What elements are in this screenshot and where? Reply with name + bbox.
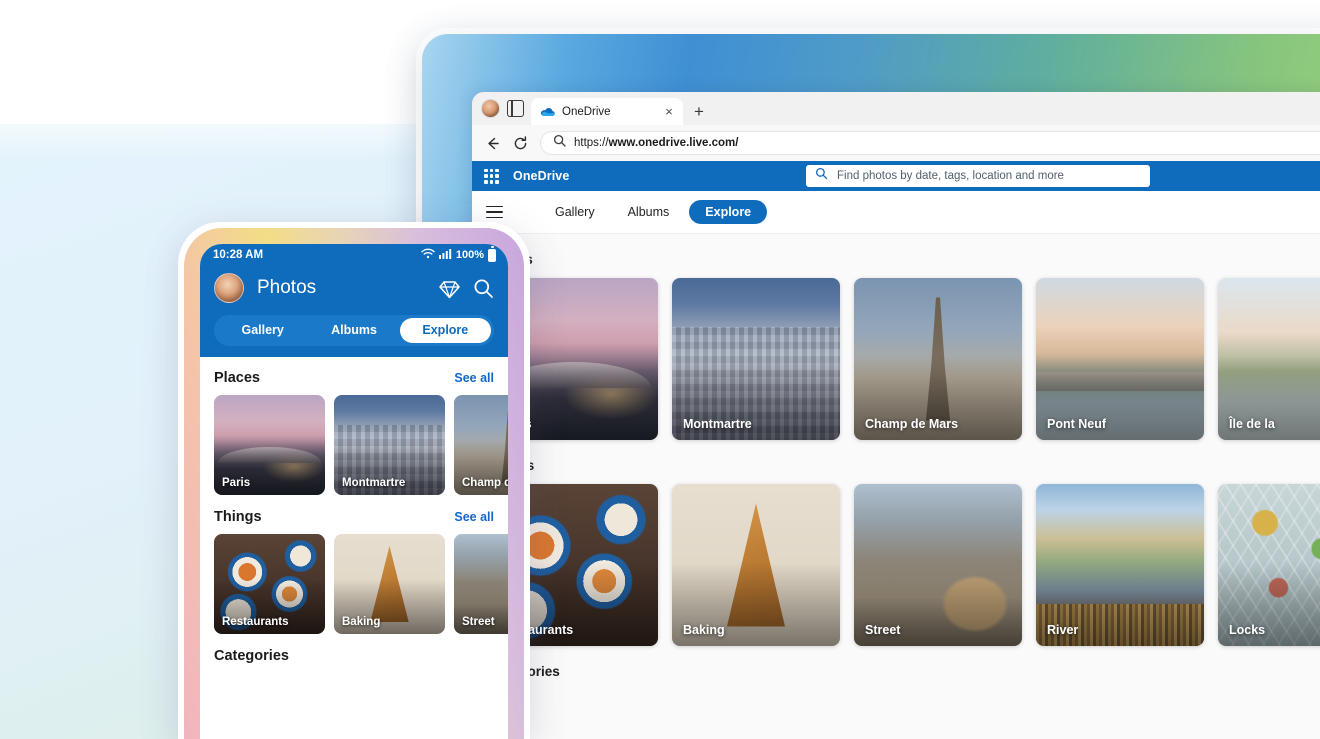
- search-icon[interactable]: [473, 278, 494, 299]
- tile-baking[interactable]: Baking: [672, 484, 840, 646]
- hamburger-menu-icon[interactable]: [486, 205, 503, 219]
- battery-percent-label: 100%: [455, 249, 484, 261]
- tile-label: Champ de: [462, 477, 508, 489]
- see-all-things-link[interactable]: See all: [454, 510, 494, 524]
- search-input[interactable]: Find photos by date, tags, location and …: [806, 165, 1150, 187]
- tile-row-things: Restaurants Baking Street: [200, 534, 508, 634]
- tile-paris[interactable]: Paris: [214, 395, 325, 495]
- tile-label: Locks: [1229, 623, 1266, 637]
- tile-label: River: [1047, 623, 1079, 637]
- browser-profile-avatar[interactable]: [481, 99, 500, 118]
- tile-row-places: Paris Montmartre Champ de Mars Pont Neuf…: [472, 278, 1320, 440]
- reload-icon[interactable]: [512, 135, 529, 152]
- tile-locks[interactable]: Locks: [1218, 484, 1320, 646]
- desktop-content: Places Paris Montmartre Champ de Mars Po…: [472, 234, 1320, 739]
- tile-montmartre[interactable]: Montmartre: [334, 395, 445, 495]
- tile-label: Pont Neuf: [1047, 417, 1107, 431]
- tab-explore[interactable]: Explore: [689, 200, 768, 224]
- tile-label: Street: [462, 616, 495, 628]
- tile-champ-de[interactable]: Champ de: [454, 395, 508, 495]
- phone-device-bezel: 10:28 AM 100% Photos Gallery Albums Expl…: [184, 228, 524, 739]
- browser-tab-title: OneDrive: [562, 105, 611, 118]
- phone-section-header-places: Places See all: [200, 370, 508, 386]
- phone-status-bar: 10:28 AM 100%: [200, 244, 508, 266]
- background-blur-fade: [0, 100, 460, 160]
- tile-row-places: Paris Montmartre Champ de: [200, 395, 508, 495]
- address-bar-url: https://www.onedrive.live.com/: [574, 137, 739, 149]
- search-icon: [553, 134, 566, 152]
- tile-river[interactable]: River: [1036, 484, 1204, 646]
- tile-label: Baking: [342, 616, 381, 628]
- phone-section-header-things: Things See all: [200, 509, 508, 525]
- new-tab-button[interactable]: +: [690, 103, 708, 120]
- tile-champ-de-mars[interactable]: Champ de Mars: [854, 278, 1022, 440]
- section-title-things: Things: [472, 458, 1320, 473]
- diamond-icon[interactable]: [439, 278, 460, 299]
- tile-street[interactable]: Street: [454, 534, 508, 634]
- tile-restaurants[interactable]: Restaurants: [214, 534, 325, 634]
- close-icon[interactable]: ×: [662, 105, 676, 118]
- tile-label: Montmartre: [683, 417, 752, 431]
- status-time: 10:28 AM: [213, 249, 264, 261]
- section-title-things: Things: [214, 509, 262, 525]
- status-indicators: 100%: [421, 246, 496, 264]
- split-screen-icon[interactable]: [507, 100, 524, 117]
- tile-montmartre[interactable]: Montmartre: [672, 278, 840, 440]
- wifi-icon: [421, 246, 435, 264]
- phone-content: Places See all Paris Montmartre Champ de…: [200, 357, 508, 673]
- phone-tab-list: Gallery Albums Explore: [214, 315, 494, 346]
- tile-street[interactable]: Street: [854, 484, 1022, 646]
- search-input-placeholder: Find photos by date, tags, location and …: [837, 170, 1064, 182]
- onedrive-brand-label[interactable]: OneDrive: [513, 169, 569, 183]
- tile-baking[interactable]: Baking: [334, 534, 445, 634]
- see-all-places-link[interactable]: See all: [454, 371, 494, 385]
- back-arrow-icon[interactable]: [484, 135, 501, 152]
- tile-label: Baking: [683, 623, 725, 637]
- phone-header-row: Photos: [214, 273, 494, 303]
- tile-label: Île de la: [1229, 417, 1275, 431]
- tab-gallery[interactable]: Gallery: [217, 318, 308, 343]
- cellular-signal-icon: [438, 246, 452, 264]
- tile-label: Street: [865, 623, 901, 637]
- app-launcher-icon[interactable]: [484, 168, 499, 184]
- tile-label: Restaurants: [222, 616, 289, 628]
- tile-label: Paris: [222, 477, 251, 489]
- tile-pont-neuf[interactable]: Pont Neuf: [1036, 278, 1204, 440]
- onedrive-suite-bar: OneDrive Find photos by date, tags, loca…: [472, 161, 1320, 191]
- page-title: Photos: [257, 277, 317, 298]
- tile-label: Champ de Mars: [865, 417, 959, 431]
- battery-icon: [488, 246, 496, 262]
- browser-tab-strip: OneDrive × +: [472, 92, 1320, 125]
- tile-ile-de-la[interactable]: Île de la: [1218, 278, 1320, 440]
- tile-row-things: Restaurants Baking Street River Locks: [472, 484, 1320, 646]
- tab-albums[interactable]: Albums: [308, 318, 399, 343]
- browser-toolbar: https://www.onedrive.live.com/: [472, 125, 1320, 161]
- phone-screen: 10:28 AM 100% Photos Gallery Albums Expl…: [200, 244, 508, 739]
- section-title-places: Places: [214, 370, 260, 386]
- phone-section-header-categories: Categories: [200, 648, 508, 664]
- desktop-app-command-bar: Gallery Albums Explore: [472, 191, 1320, 234]
- section-title-categories: Categories: [214, 648, 289, 664]
- avatar[interactable]: [214, 273, 244, 303]
- browser-tab[interactable]: OneDrive ×: [531, 98, 683, 125]
- phone-app-header: Photos Gallery Albums Explore: [200, 266, 508, 357]
- section-title-places: Places: [472, 252, 1320, 267]
- search-icon: [815, 167, 828, 185]
- onedrive-cloud-icon: [540, 106, 555, 117]
- tile-label: Montmartre: [342, 477, 406, 489]
- section-title-categories: Categories: [472, 664, 1320, 679]
- tab-explore[interactable]: Explore: [399, 318, 491, 343]
- address-bar[interactable]: https://www.onedrive.live.com/: [540, 131, 1320, 155]
- browser-window: OneDrive × + https://www.onedrive.live.c…: [472, 92, 1320, 739]
- tab-albums[interactable]: Albums: [615, 200, 683, 224]
- tab-gallery[interactable]: Gallery: [542, 200, 608, 224]
- desktop-tab-list: Gallery Albums Explore: [542, 200, 768, 224]
